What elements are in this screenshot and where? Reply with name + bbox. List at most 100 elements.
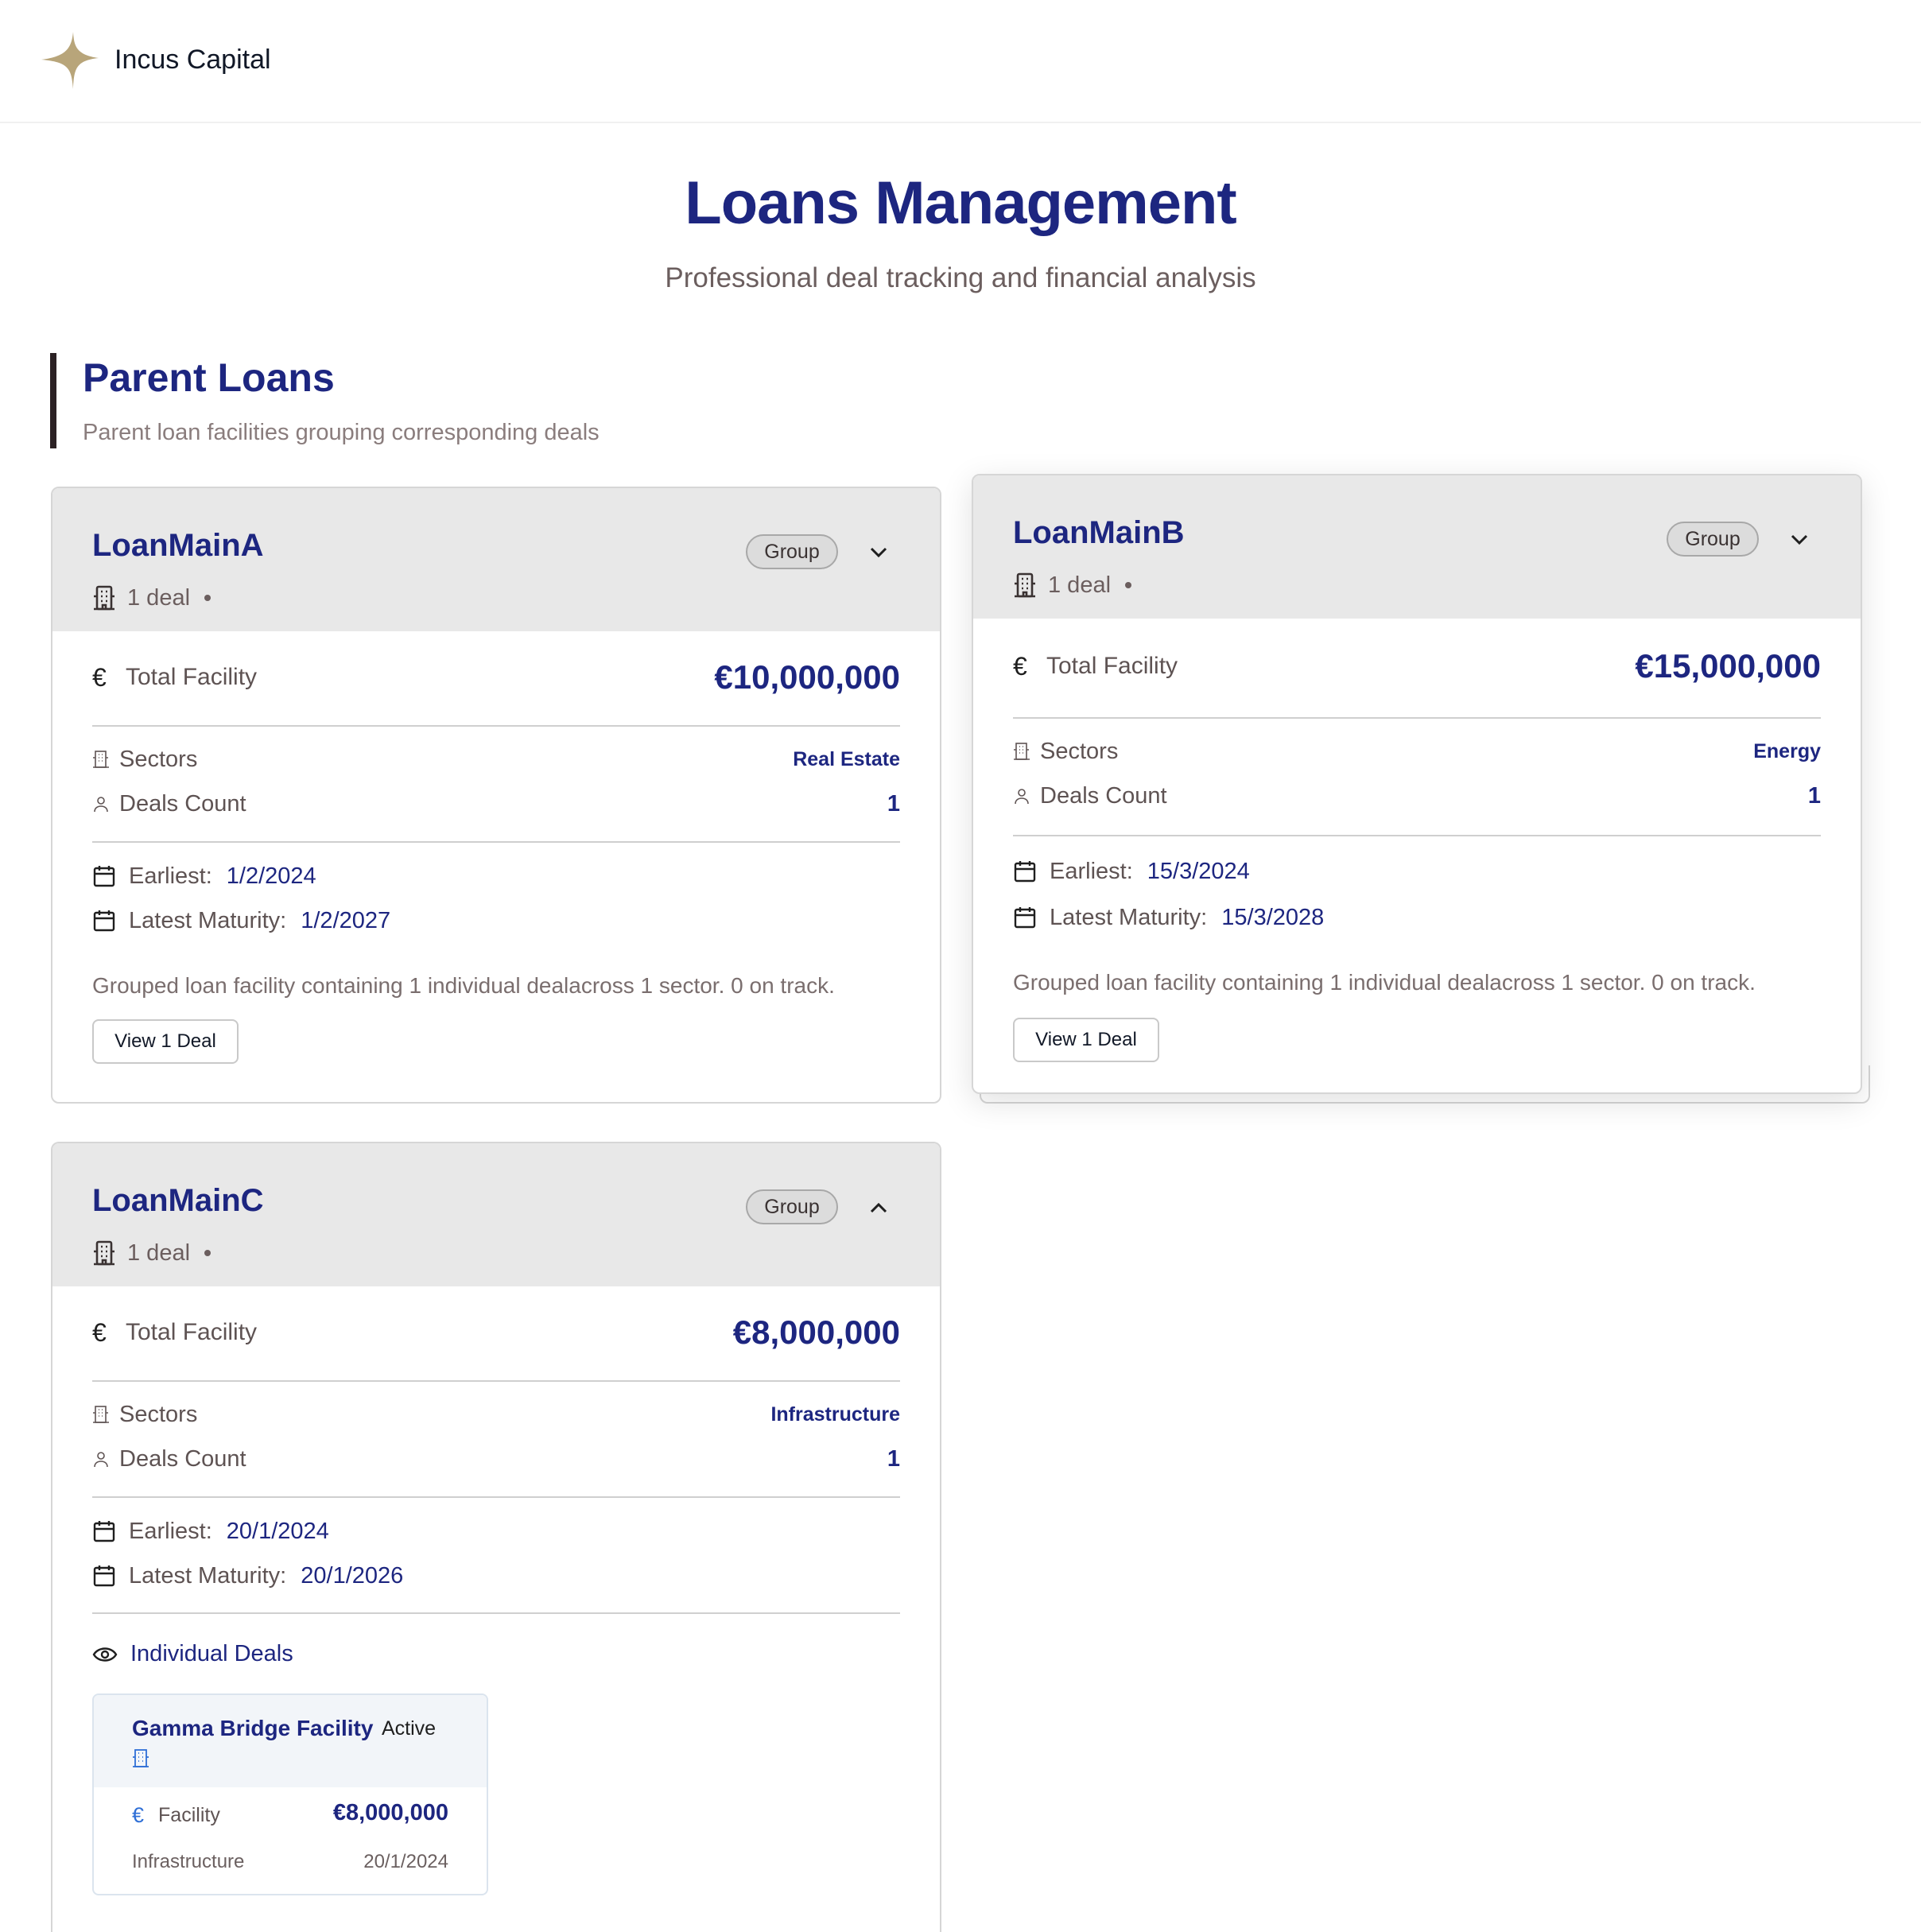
deal-facility-value: €8,000,000: [332, 1800, 448, 1825]
loan-card-header[interactable]: LoanMainC 1 deal Group: [52, 1143, 940, 1286]
divider: [1013, 717, 1821, 719]
sector-value: Energy: [1753, 739, 1821, 762]
separator-dot: [204, 1250, 212, 1256]
deals-count-row: Deals Count 1: [92, 1439, 900, 1479]
deals-count-row: Deals Count 1: [1013, 776, 1821, 816]
earliest-value: 1/2/2024: [226, 863, 316, 889]
calendar-icon: [1014, 907, 1036, 929]
sectors-row: Sectors Energy: [1013, 731, 1821, 771]
calendar-icon: [93, 866, 115, 887]
deals-count-value: 1: [887, 1445, 900, 1472]
latest-maturity-row: Latest Maturity: 1/2/2027: [92, 898, 390, 943]
deal-count-text: 1 deal: [1048, 572, 1112, 598]
sectors-row: Sectors Real Estate: [92, 739, 900, 779]
group-badge: Group: [746, 534, 838, 569]
deals-count-label: Deals Count: [119, 790, 246, 817]
deal-meta: 1 deal: [92, 582, 212, 614]
latest-maturity-value: 1/2/2027: [301, 907, 391, 933]
user-icon: [1015, 789, 1029, 805]
group-badge: Group: [1667, 522, 1759, 557]
user-icon: [94, 797, 108, 813]
deal-card-header: Gamma Bridge Facility Active: [94, 1695, 487, 1787]
sectors-label: Sectors: [119, 746, 198, 772]
divider: [92, 1380, 900, 1382]
loan-description: Grouped loan facility containing 1 indiv…: [92, 973, 835, 998]
total-facility-value: €8,000,000: [732, 1313, 900, 1351]
sectors-label: Sectors: [1040, 738, 1119, 764]
chevron-up-icon[interactable]: [867, 1196, 891, 1220]
sector-value: Real Estate: [793, 747, 900, 770]
divider: [92, 725, 900, 727]
loan-card-loanmainb: LoanMainB 1 deal Group € Total Facility €…: [972, 474, 1862, 1094]
deals-count-label: Deals Count: [1040, 782, 1167, 809]
deal-name: Gamma Bridge Facility: [132, 1716, 374, 1740]
view-deals-button[interactable]: View 1 Deal: [1013, 1018, 1159, 1062]
individual-deals-label: Individual Deals: [130, 1641, 293, 1666]
divider: [92, 1612, 900, 1614]
incus-logo-icon[interactable]: [41, 32, 99, 89]
individual-deals-heading: Individual Deals: [92, 1641, 293, 1667]
brand-name[interactable]: Incus Capital: [114, 45, 271, 76]
loan-name: LoanMainA: [92, 528, 264, 563]
earliest-label: Earliest:: [1050, 858, 1133, 884]
earliest-row: Earliest: 20/1/2024: [92, 1509, 329, 1554]
earliest-label: Earliest:: [129, 1518, 212, 1544]
euro-icon: €: [92, 662, 107, 692]
divider: [92, 1496, 900, 1498]
building-icon: [93, 1406, 109, 1423]
loan-card-header[interactable]: LoanMainA 1 deal Group: [52, 488, 940, 631]
calendar-icon: [1014, 861, 1036, 883]
loan-card-loanmainc: LoanMainC 1 deal Group € Total Facility €…: [51, 1142, 941, 1932]
earliest-value: 20/1/2024: [226, 1518, 329, 1544]
earliest-value: 15/3/2024: [1147, 858, 1250, 884]
section-accent-bar: [50, 353, 56, 448]
sectors-label: Sectors: [119, 1401, 198, 1427]
total-facility-value: €10,000,000: [714, 658, 900, 696]
group-badge: Group: [746, 1189, 838, 1224]
total-facility-label: Total Facility: [126, 1319, 258, 1345]
total-facility-row: € Total Facility €15,000,000: [1013, 642, 1821, 690]
building-icon: [133, 1749, 149, 1767]
calendar-icon: [93, 910, 115, 932]
building-icon: [1014, 743, 1030, 760]
deals-count-label: Deals Count: [119, 1445, 246, 1472]
earliest-label: Earliest:: [129, 863, 212, 889]
loan-name: LoanMainB: [1013, 515, 1185, 550]
deal-count-text: 1 deal: [127, 1240, 191, 1266]
total-facility-row: € Total Facility €8,000,000: [92, 1309, 900, 1356]
section-subtitle: Parent loan facilities grouping correspo…: [83, 420, 600, 445]
deal-date: 20/1/2024: [363, 1851, 448, 1872]
latest-maturity-row: Latest Maturity: 15/3/2028: [1013, 895, 1324, 940]
loan-name: LoanMainC: [92, 1183, 264, 1218]
loan-card-header[interactable]: LoanMainB 1 deal Group: [973, 475, 1861, 619]
section-title: Parent Loans: [83, 355, 335, 400]
deal-meta: 1 deal: [92, 1237, 212, 1269]
building-icon: [93, 751, 109, 768]
view-deals-button[interactable]: View 1 Deal: [92, 1019, 239, 1064]
deal-facility-label: Facility: [158, 1804, 220, 1826]
deal-status: Active: [382, 1717, 437, 1740]
deal-card[interactable]: Gamma Bridge Facility Active € Facility …: [92, 1693, 488, 1895]
chevron-down-icon[interactable]: [867, 541, 891, 564]
euro-icon: €: [1013, 651, 1027, 681]
deal-sector: Infrastructure: [132, 1851, 245, 1872]
building-icon: [94, 1240, 114, 1266]
eye-icon: [92, 1647, 118, 1662]
loan-card-loanmaina: LoanMainA 1 deal Group € Total Facility €…: [51, 487, 941, 1104]
divider: [92, 841, 900, 843]
deal-facility-row: € Facility: [132, 1803, 220, 1828]
total-facility-row: € Total Facility €10,000,000: [92, 654, 900, 701]
user-icon: [94, 1452, 108, 1468]
separator-dot: [204, 595, 212, 601]
building-icon: [94, 585, 114, 611]
deals-count-value: 1: [1807, 782, 1821, 809]
latest-maturity-value: 15/3/2028: [1221, 904, 1325, 930]
latest-maturity-label: Latest Maturity:: [1050, 904, 1208, 930]
chevron-down-icon[interactable]: [1787, 528, 1811, 552]
earliest-row: Earliest: 15/3/2024: [1013, 849, 1250, 894]
latest-maturity-label: Latest Maturity:: [129, 907, 287, 933]
calendar-icon: [93, 1521, 115, 1542]
total-facility-label: Total Facility: [126, 664, 258, 690]
top-bar: Incus Capital: [0, 0, 1921, 123]
deal-meta: 1 deal: [1013, 569, 1132, 601]
